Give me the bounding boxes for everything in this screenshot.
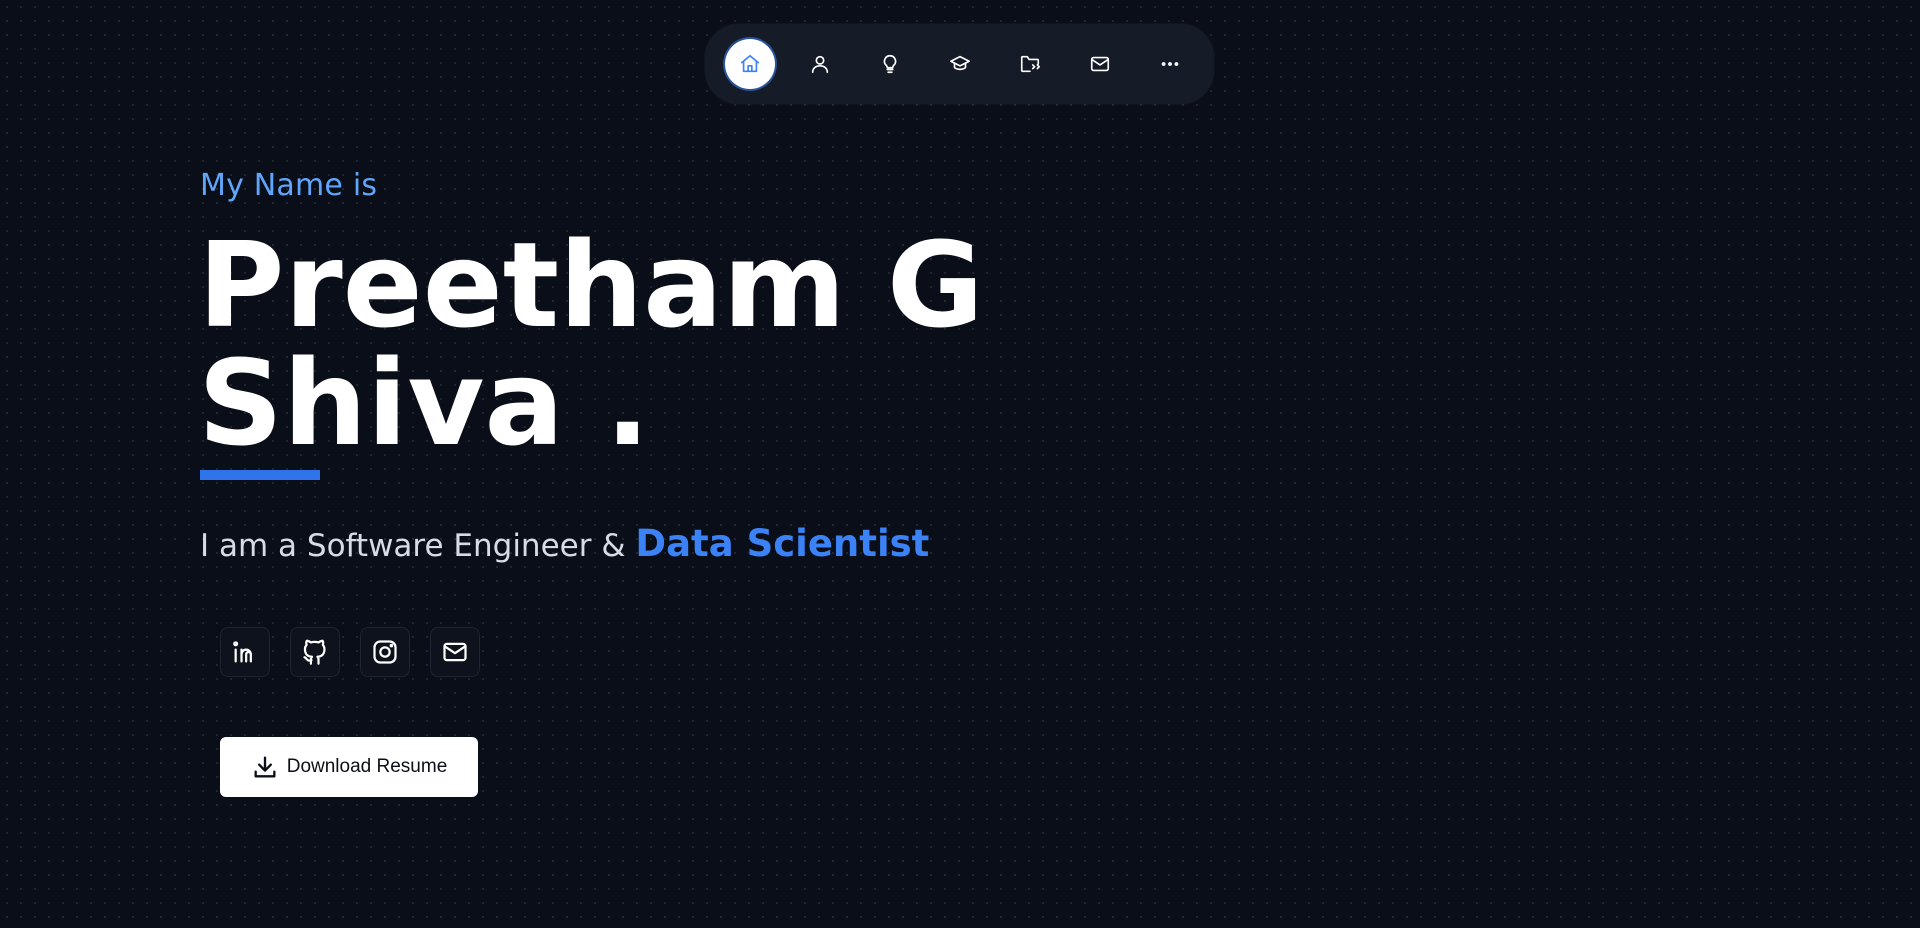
tagline: I am a Software Engineer & Data Scientis… (200, 522, 929, 565)
instagram-link[interactable] (360, 627, 410, 677)
hero-name-line-1: Preetham G (198, 216, 984, 354)
nav-education-button[interactable] (935, 39, 985, 89)
top-nav (705, 24, 1214, 104)
download-resume-button[interactable]: Download Resume (220, 737, 478, 797)
tagline-highlight: Data Scientist (635, 522, 930, 565)
hero-name-line-2: Shiva . (198, 334, 650, 472)
graduation-cap-icon (950, 55, 970, 71)
home-icon (740, 54, 760, 73)
nav-skills-button[interactable] (865, 39, 915, 89)
nav-projects-button[interactable] (1005, 39, 1055, 89)
nav-about-button[interactable] (795, 39, 845, 89)
nav-more-button[interactable] (1145, 39, 1195, 89)
more-horizontal-icon (1161, 62, 1179, 66)
hero-name: Preetham G Shiva . (198, 226, 1098, 462)
social-links (220, 627, 500, 677)
linkedin-link[interactable] (220, 627, 270, 677)
linkedin-icon (233, 641, 252, 663)
instagram-icon (373, 640, 397, 664)
tagline-prefix: I am a Software Engineer & (200, 528, 636, 564)
github-icon (303, 639, 326, 665)
nav-home-button[interactable] (725, 39, 775, 89)
intro-text: My Name is (200, 168, 378, 203)
user-icon (811, 55, 829, 74)
download-resume-label: Download Resume (286, 756, 448, 777)
github-link[interactable] (290, 627, 340, 677)
folder-code-icon (1020, 55, 1040, 73)
lightbulb-icon (883, 54, 897, 74)
mail-icon (1090, 56, 1110, 72)
nav-contact-button[interactable] (1075, 39, 1125, 89)
download-icon (254, 756, 276, 778)
mail-icon (443, 642, 467, 662)
email-link[interactable] (430, 627, 480, 677)
name-underline-accent (200, 470, 320, 480)
